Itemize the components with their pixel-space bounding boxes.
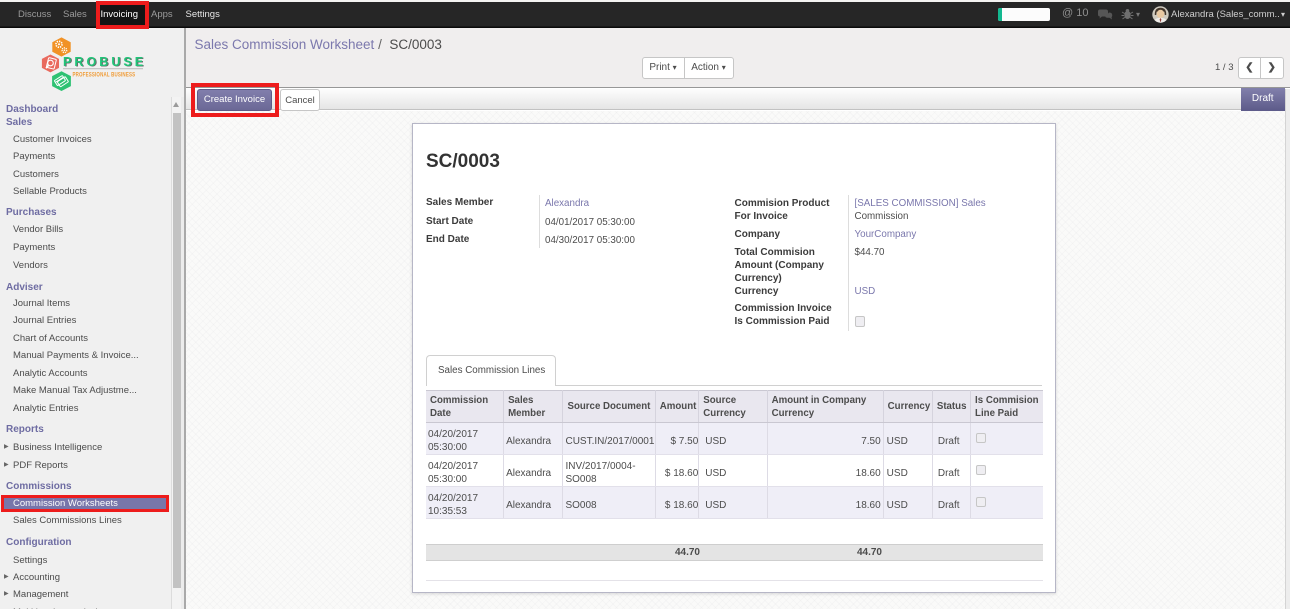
svg-text:PROBUSE: PROBUSE (63, 55, 146, 69)
svg-text:PROFESSIONAL BUSINESS: PROFESSIONAL BUSINESS (73, 72, 136, 79)
